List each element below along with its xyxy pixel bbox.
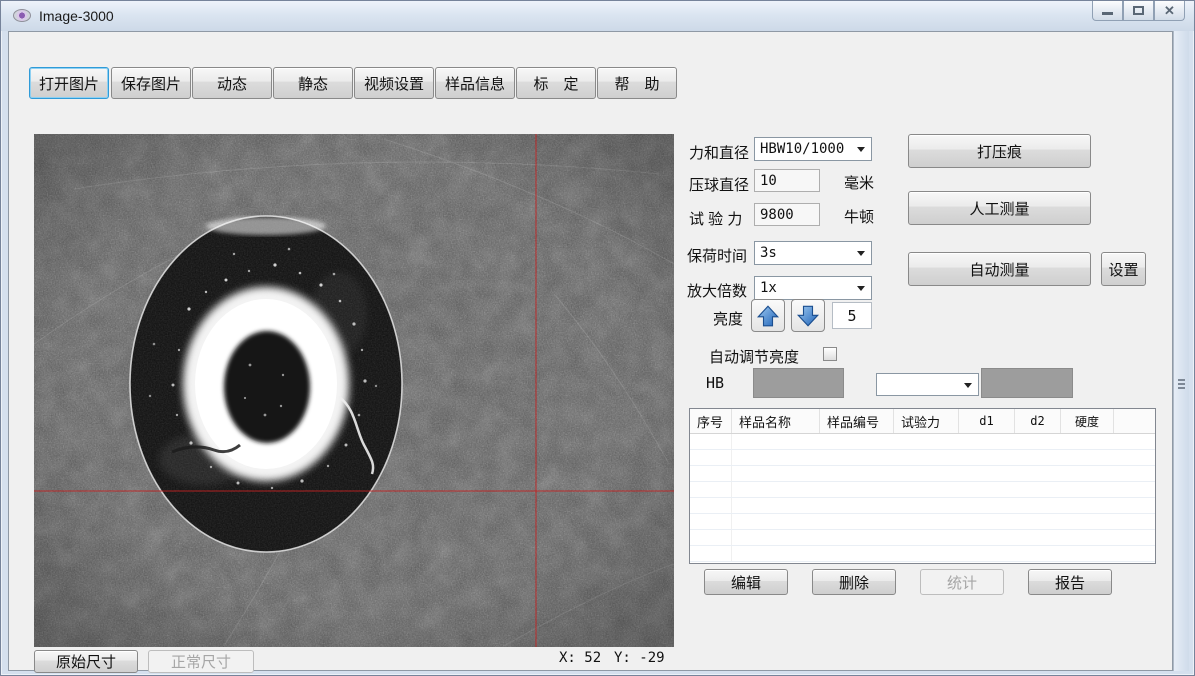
- ball-diameter-label: 压球直径: [689, 174, 749, 195]
- table-row: [690, 498, 1155, 514]
- splitter-grip-icon: [1178, 379, 1185, 381]
- cursor-x-coordinate: X: 52: [559, 650, 601, 666]
- column-header-test-force[interactable]: 试验力: [894, 409, 959, 433]
- table-row: [690, 546, 1155, 562]
- force-diameter-label: 力和直径: [689, 142, 749, 163]
- chevron-down-icon: [857, 147, 865, 152]
- cursor-y-coordinate: Y: -29: [614, 650, 665, 666]
- ball-diameter-unit: 毫米: [844, 172, 874, 193]
- column-header-d2[interactable]: d2: [1015, 409, 1061, 433]
- ball-diameter-value: 10: [760, 173, 777, 189]
- hb-converted-field: [981, 368, 1073, 398]
- hb-result-field: [753, 368, 844, 398]
- original-size-button[interactable]: 原始尺寸: [34, 650, 138, 673]
- column-header-sample-name[interactable]: 样品名称: [732, 409, 820, 433]
- toolbar-help-button[interactable]: 帮 助: [597, 67, 677, 99]
- hold-time-select[interactable]: 3s: [754, 241, 872, 265]
- settings-button[interactable]: 设置: [1101, 252, 1146, 286]
- column-header-filler: [1114, 409, 1155, 433]
- window-controls: ✕: [1092, 1, 1185, 21]
- toolbar-save-image-button[interactable]: 保存图片: [111, 67, 191, 99]
- minimize-button[interactable]: [1092, 1, 1123, 21]
- test-force-value: 9800: [760, 207, 794, 223]
- close-icon: ✕: [1164, 4, 1175, 17]
- chevron-down-icon: [964, 383, 972, 388]
- manual-measure-button[interactable]: 人工测量: [908, 191, 1091, 225]
- table-row: [690, 514, 1155, 530]
- table-row: [690, 530, 1155, 546]
- force-diameter-select[interactable]: HBW10/1000: [754, 137, 872, 161]
- down-arrow-icon: [796, 304, 820, 328]
- test-force-unit: 牛顿: [844, 206, 874, 227]
- results-table-body: [690, 434, 1155, 562]
- hold-time-value: 3s: [760, 245, 777, 261]
- column-header-index[interactable]: 序号: [690, 409, 732, 433]
- magnification-value: 1x: [760, 280, 777, 296]
- force-diameter-value: HBW10/1000: [760, 141, 844, 157]
- toolbar-calibration-button[interactable]: 标 定: [516, 67, 596, 99]
- results-table[interactable]: 序号 样品名称 样品编号 试验力 d1 d2 硬度: [689, 408, 1156, 564]
- vertical-splitter[interactable]: [1173, 31, 1189, 671]
- table-row: [690, 482, 1155, 498]
- column-header-sample-id[interactable]: 样品编号: [820, 409, 894, 433]
- magnification-select[interactable]: 1x: [754, 276, 872, 300]
- table-row: [690, 434, 1155, 450]
- auto-brightness-label: 自动调节亮度: [709, 346, 799, 367]
- minimize-icon: [1102, 12, 1113, 15]
- statistics-button: 统计: [920, 569, 1004, 595]
- edit-button[interactable]: 编辑: [704, 569, 788, 595]
- hold-time-label: 保荷时间: [687, 245, 747, 266]
- specimen-image[interactable]: [34, 134, 674, 647]
- app-window: Image-3000 ✕ 打开图片 保存图片 动态 静态 视频设置 样品信息 标…: [0, 0, 1195, 676]
- window-title: Image-3000: [39, 8, 114, 24]
- toolbar-open-image-button[interactable]: 打开图片: [29, 67, 109, 99]
- test-force-input[interactable]: 9800: [754, 203, 820, 226]
- test-force-label: 试 验 力: [689, 208, 742, 229]
- delete-button[interactable]: 删除: [812, 569, 896, 595]
- app-icon: [13, 9, 31, 22]
- normal-size-button: 正常尺寸: [148, 650, 254, 673]
- brightness-up-button[interactable]: [751, 299, 785, 332]
- toolbar-dynamic-button[interactable]: 动态: [192, 67, 272, 99]
- make-indent-button[interactable]: 打压痕: [908, 134, 1091, 168]
- column-header-d1[interactable]: d1: [959, 409, 1015, 433]
- chevron-down-icon: [857, 286, 865, 291]
- ball-diameter-input[interactable]: 10: [754, 169, 820, 192]
- hb-scale-select[interactable]: [876, 373, 979, 396]
- maximize-button[interactable]: [1123, 1, 1154, 21]
- toolbar-static-button[interactable]: 静态: [273, 67, 353, 99]
- toolbar-sample-info-button[interactable]: 样品信息: [435, 67, 515, 99]
- auto-measure-button[interactable]: 自动测量: [908, 252, 1091, 286]
- table-row: [690, 450, 1155, 466]
- report-button[interactable]: 报告: [1028, 569, 1112, 595]
- up-arrow-icon: [756, 304, 780, 328]
- hb-label: HB: [706, 374, 724, 392]
- table-row: [690, 466, 1155, 482]
- auto-brightness-checkbox[interactable]: [823, 347, 837, 361]
- chevron-down-icon: [857, 251, 865, 256]
- brightness-down-button[interactable]: [791, 299, 825, 332]
- title-bar: Image-3000 ✕: [1, 1, 1194, 31]
- magnification-label: 放大倍数: [687, 280, 747, 301]
- brightness-label: 亮度: [713, 308, 743, 329]
- brightness-value[interactable]: 5: [832, 302, 872, 329]
- column-header-hardness[interactable]: 硬度: [1061, 409, 1114, 433]
- close-button[interactable]: ✕: [1154, 1, 1185, 21]
- results-table-header: 序号 样品名称 样品编号 试验力 d1 d2 硬度: [690, 409, 1155, 434]
- maximize-icon: [1133, 6, 1144, 15]
- toolbar-video-settings-button[interactable]: 视频设置: [354, 67, 434, 99]
